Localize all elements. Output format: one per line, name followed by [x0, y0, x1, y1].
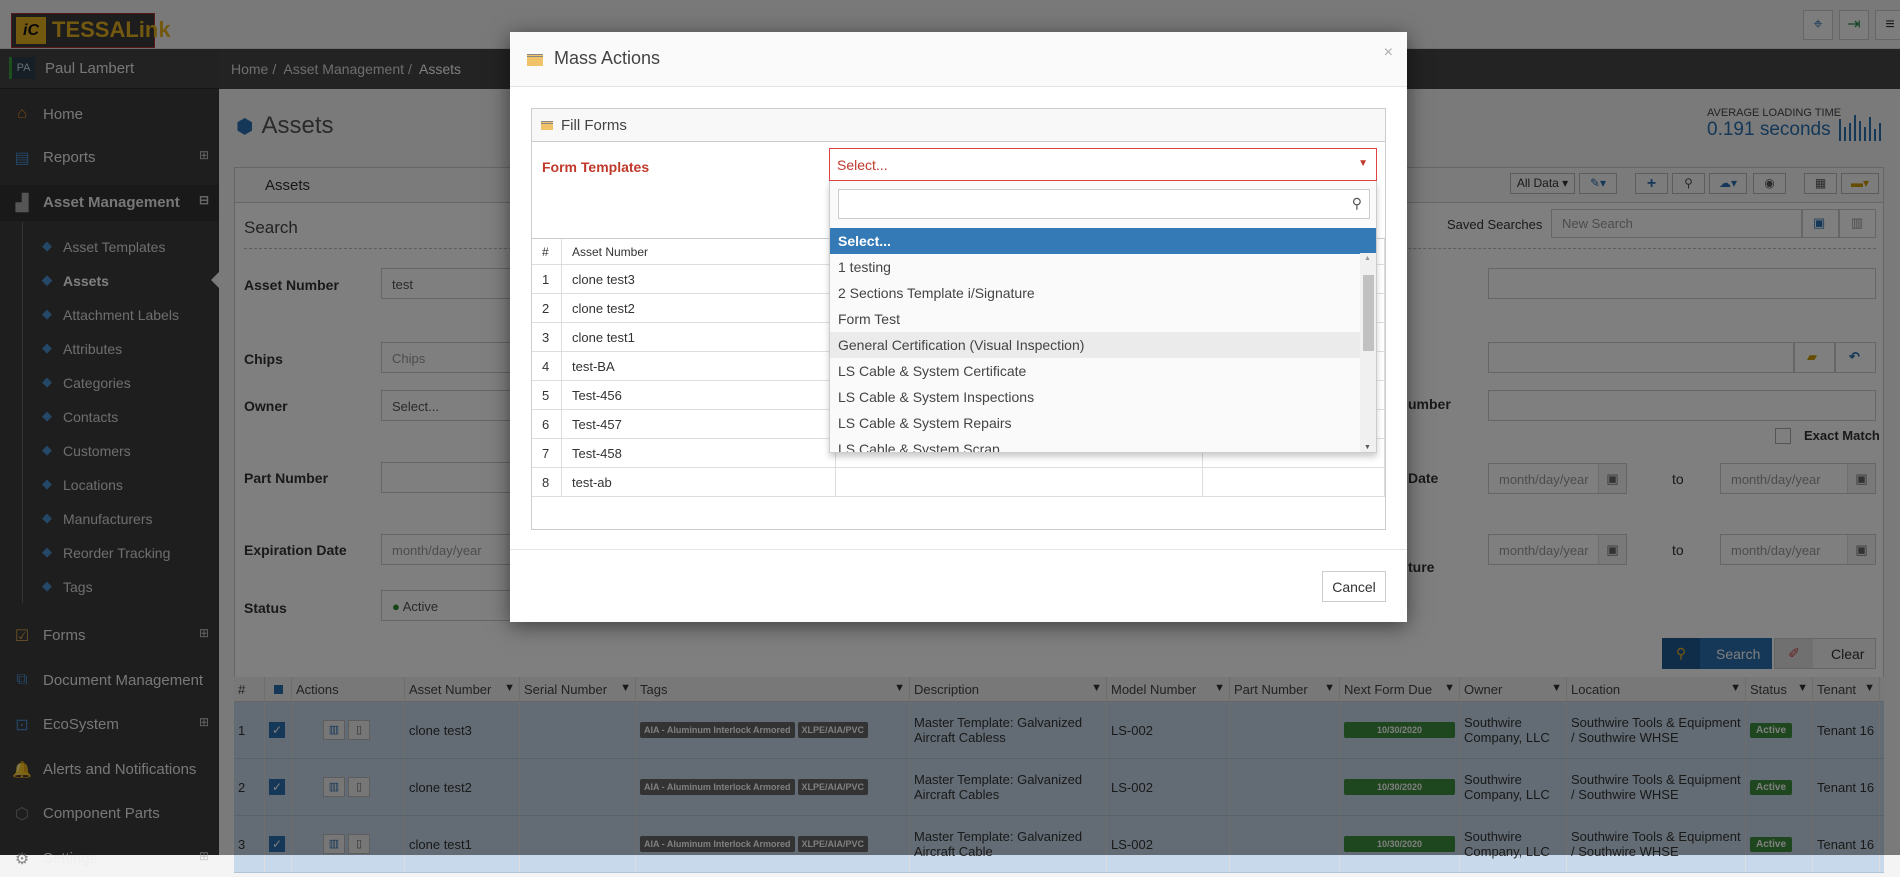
- form-templates-dropdown: ⚲ Select... 1 testing 2 Sections Template …: [829, 181, 1377, 453]
- form-templates-select[interactable]: Select... ▼: [829, 148, 1377, 181]
- table-row: 8 test-ab: [532, 468, 1385, 497]
- option-ls-cable-system-inspections[interactable]: LS Cable & System Inspections: [830, 384, 1360, 410]
- dropdown-search-input[interactable]: ⚲: [838, 189, 1370, 219]
- fill-forms-header: Fill Forms: [532, 109, 1385, 142]
- asset-number: test-BA: [562, 352, 836, 380]
- form-templates-label: Form Templates: [542, 159, 650, 175]
- column-header: Asset Number: [562, 239, 836, 264]
- fill-forms-icon: [541, 121, 553, 130]
- asset-number: Test-457: [562, 410, 836, 438]
- mass-actions-modal: Mass Actions × Fill Forms Form Templates…: [510, 32, 1407, 622]
- row-number: 1: [532, 265, 562, 293]
- row-number: 3: [532, 323, 562, 351]
- option-form-test[interactable]: Form Test: [830, 306, 1360, 332]
- asset-number: test-ab: [562, 468, 836, 496]
- option-2-sections-template-i-signature[interactable]: 2 Sections Template i/Signature: [830, 280, 1360, 306]
- asset-number: Test-456: [562, 381, 836, 409]
- cancel-button[interactable]: Cancel: [1322, 571, 1386, 602]
- option-general-certification-visual-inspection[interactable]: General Certification (Visual Inspection…: [830, 332, 1360, 358]
- asset-number: Test-458: [562, 439, 836, 467]
- asset-number: clone test1: [562, 323, 836, 351]
- row-number: 5: [532, 381, 562, 409]
- scrollbar-thumb[interactable]: [1363, 275, 1374, 351]
- modal-footer: [510, 549, 1407, 550]
- asset-number: clone test2: [562, 294, 836, 322]
- modal-header: Mass Actions ×: [510, 32, 1407, 87]
- row-number: 2: [532, 294, 562, 322]
- mass-actions-icon: [527, 54, 543, 66]
- search-icon: ⚲: [1351, 195, 1362, 211]
- column-header: #: [532, 239, 562, 264]
- close-icon[interactable]: ×: [1384, 44, 1393, 62]
- option-ls-cable-system-scrap[interactable]: LS Cable & System Scrap: [830, 436, 1360, 452]
- option-ls-cable-system-repairs[interactable]: LS Cable & System Repairs: [830, 410, 1360, 436]
- modal-title: Mass Actions: [554, 48, 661, 68]
- row-number: 8: [532, 468, 562, 496]
- option-select[interactable]: Select...: [830, 228, 1376, 254]
- row-number: 4: [532, 352, 562, 380]
- option-ls-cable-system-certificate[interactable]: LS Cable & System Certificate: [830, 358, 1360, 384]
- option-1-testing[interactable]: 1 testing: [830, 254, 1360, 280]
- row-number: 7: [532, 439, 562, 467]
- row-number: 6: [532, 410, 562, 438]
- caret-down-icon: ▼: [1358, 158, 1368, 169]
- asset-number: clone test3: [562, 265, 836, 293]
